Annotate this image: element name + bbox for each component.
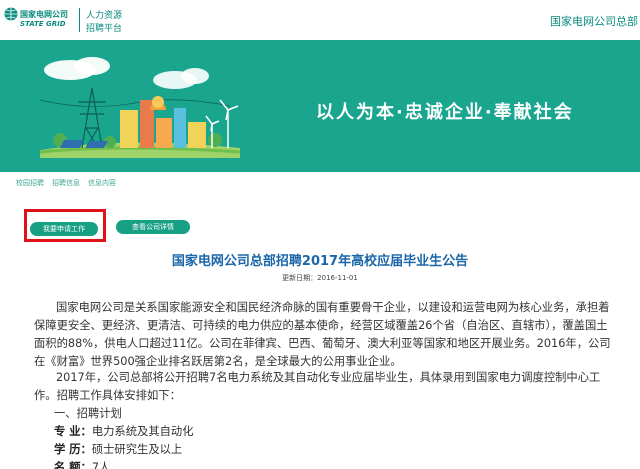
date-value: 2016-11-01: [317, 274, 358, 282]
breadcrumb-item-info[interactable]: 招聘信息: [52, 178, 80, 188]
header-subtitle-hr: 人力资源: [86, 11, 123, 21]
quota-value: 7人: [91, 461, 111, 469]
date-label: 更新日期：: [282, 274, 318, 282]
degree-label: 学 历：: [54, 443, 92, 456]
logo-en-text: STATE GRID: [20, 20, 66, 28]
site-header: 国家电网公司 STATE GRID 人力资源 招聘平台 国家电网公司总部: [0, 0, 640, 40]
section-heading: 一、招聘计划: [54, 407, 122, 420]
apply-job-button[interactable]: 我要申请工作: [30, 222, 98, 236]
plan-paragraph: 2017年，公司总部将公开招聘7名电力系统及其自动化专业应届毕业生，具体录用到国…: [34, 371, 601, 402]
update-date: 更新日期：2016-11-01: [0, 273, 640, 283]
breadcrumb-item-campus[interactable]: 校园招聘: [16, 178, 44, 188]
degree-row: 学 历：硕士研究生及以上: [54, 441, 182, 459]
intro-paragraph: 国家电网公司是关系国家能源安全和国民经济命脉的国有重要骨干企业，以建设和运营电网…: [34, 301, 611, 368]
quota-row: 名 额：7人: [54, 459, 110, 469]
article-title: 国家电网公司总部招聘2017年高校应届毕业生公告: [171, 254, 469, 269]
major-label: 专 业：: [54, 425, 92, 438]
company-link[interactable]: 国家电网公司总部: [550, 13, 638, 29]
degree-value: 硕士研究生及以上: [91, 443, 183, 456]
breadcrumb-item-content[interactable]: 信息内容: [88, 178, 116, 188]
header-subtitle-platform: 招聘平台: [86, 24, 123, 34]
logo-globe-icon: [4, 7, 18, 21]
state-grid-logo[interactable]: 国家电网公司 STATE GRID: [4, 6, 74, 34]
banner-slogan: 以人为本·忠诚企业·奉献社会: [316, 102, 574, 123]
major-value: 电力系统及其自动化: [91, 425, 194, 438]
header-divider: [79, 8, 80, 32]
quota-label: 名 额：: [54, 461, 92, 469]
company-detail-button[interactable]: 查看公司详情: [116, 220, 190, 234]
logo-cn-text: 国家电网公司: [20, 10, 68, 19]
breadcrumb: 校园招聘 招聘信息 信息内容: [16, 178, 116, 188]
hero-banner: 以人为本·忠诚企业·奉献社会: [0, 40, 640, 172]
major-row: 专 业：电力系统及其自动化: [54, 423, 194, 441]
